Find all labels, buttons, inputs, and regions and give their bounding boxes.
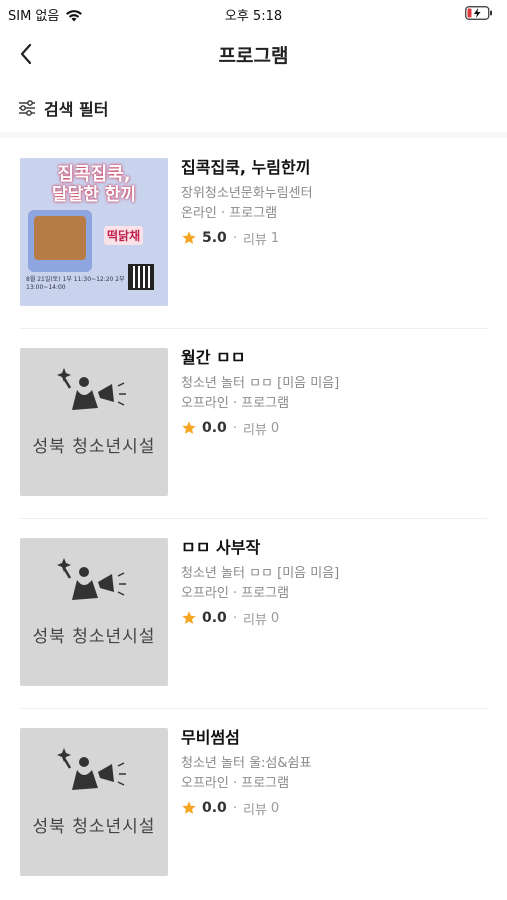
- rating-value: 0.0: [202, 420, 227, 436]
- megaphone-person-icon: [57, 368, 126, 410]
- program-poster-image: 집콕집쿡, 달달한 한끼 떡닭채 8월 21일(토) 1부 11:30~12:2…: [20, 158, 168, 306]
- megaphone-person-icon: [57, 558, 126, 600]
- program-thumbnail: 성북 청소년시설: [20, 348, 168, 496]
- separator-dot: ·: [232, 230, 237, 246]
- rating-row: 0.0 · 리뷰 0: [181, 608, 487, 628]
- review-label: 리뷰: [242, 612, 267, 628]
- program-meta: 온라인 · 프로그램: [181, 206, 278, 221]
- program-organization: 장위청소년문화누림센터: [181, 186, 313, 201]
- program-organization: 청소년 놀터 울:섬&쉼표: [181, 756, 312, 771]
- program-organization: 청소년 놀터 ㅁㅁ [미음 미음]: [181, 376, 340, 391]
- program-organization: 청소년 놀터 ㅁㅁ [미음 미음]: [181, 566, 340, 581]
- rating-value: 0.0: [202, 610, 227, 626]
- search-filter-button[interactable]: 검색 필터: [18, 94, 108, 122]
- program-meta: 오프라인 · 프로그램: [181, 776, 290, 791]
- star-icon: [182, 611, 196, 624]
- battery-charging-icon: [465, 6, 492, 20]
- program-thumbnail: 성북 청소년시설: [20, 538, 168, 686]
- poster-title-line2: 달달한 한끼: [51, 185, 137, 205]
- program-info: ㅁㅁ 사부작 청소년 놀터 ㅁㅁ [미음 미음] 오프라인 · 프로그램 0.0…: [181, 536, 487, 628]
- program-info: 집콕집쿡, 누림한끼 장위청소년문화누림센터 온라인 · 프로그램 5.0 · …: [181, 156, 487, 248]
- star-icon: [182, 421, 196, 434]
- poster-schedule: 8월 21일(토) 1부 11:30~12:20 2부 13:00~14:00: [26, 276, 125, 291]
- program-item[interactable]: 성북 청소년시설 무비썸섬 청소년 놀터 울:섬&쉼표 오프라인 · 프로그램 …: [0, 708, 507, 898]
- separator-dot: ·: [232, 610, 237, 626]
- program-item[interactable]: 집콕집쿡, 달달한 한끼 떡닭채 8월 21일(토) 1부 11:30~12:2…: [0, 138, 507, 328]
- rating-row: 0.0 · 리뷰 0: [181, 418, 487, 438]
- program-item[interactable]: 성북 청소년시설 ㅁㅁ 사부작 청소년 놀터 ㅁㅁ [미음 미음] 오프라인 ·…: [0, 518, 507, 708]
- star-icon: [182, 231, 196, 244]
- program-meta: 오프라인 · 프로그램: [181, 396, 290, 411]
- page-title: 프로그램: [218, 45, 289, 67]
- program-list: 집콕집쿡, 달달한 한끼 떡닭채 8월 21일(토) 1부 11:30~12:2…: [0, 138, 507, 898]
- megaphone-person-icon: [57, 748, 126, 790]
- sliders-icon: [19, 100, 35, 116]
- program-info: 월간 ㅁㅁ 청소년 놀터 ㅁㅁ [미음 미음] 오프라인 · 프로그램 0.0 …: [181, 346, 487, 438]
- review-count: 1: [270, 230, 280, 246]
- program-title: 월간 ㅁㅁ: [181, 348, 246, 367]
- search-filter-label: 검색 필터: [44, 100, 109, 119]
- rating-value: 0.0: [202, 800, 227, 816]
- placeholder-caption: 성북 청소년시설: [32, 817, 156, 837]
- program-info: 무비썸섬 청소년 놀터 울:섬&쉼표 오프라인 · 프로그램 0.0 · 리뷰 …: [181, 726, 487, 818]
- poster-food-photo: [28, 210, 92, 272]
- poster-badge: 떡닭채: [104, 226, 144, 245]
- review-label: 리뷰: [242, 802, 267, 818]
- separator-dot: ·: [232, 420, 237, 436]
- separator-dot: ·: [232, 800, 237, 816]
- placeholder-caption: 성북 청소년시설: [32, 437, 156, 457]
- program-title: 무비썸섬: [181, 728, 240, 747]
- rating-row: 5.0 · 리뷰 1: [181, 228, 487, 248]
- nav-header: 프로그램: [0, 28, 507, 80]
- rating-row: 0.0 · 리뷰 0: [181, 798, 487, 818]
- review-label: 리뷰: [242, 422, 267, 438]
- rating-value: 5.0: [202, 230, 227, 246]
- program-item[interactable]: 성북 청소년시설 월간 ㅁㅁ 청소년 놀터 ㅁㅁ [미음 미음] 오프라인 · …: [0, 328, 507, 518]
- review-label: 리뷰: [242, 232, 267, 248]
- status-time: 오후 5:18: [224, 9, 283, 24]
- program-meta: 오프라인 · 프로그램: [181, 586, 290, 601]
- program-thumbnail: 성북 청소년시설: [20, 728, 168, 876]
- review-count: 0: [270, 800, 280, 816]
- program-title: 집콕집쿡, 누림한끼: [181, 158, 311, 177]
- star-icon: [182, 801, 196, 814]
- placeholder-caption: 성북 청소년시설: [32, 627, 156, 647]
- program-title: ㅁㅁ 사부작: [181, 538, 261, 557]
- review-count: 0: [270, 610, 280, 626]
- program-thumbnail: 집콕집쿡, 달달한 한끼 떡닭채 8월 21일(토) 1부 11:30~12:2…: [20, 158, 168, 306]
- status-bar: SIM 없음 오후 5:18: [0, 0, 507, 28]
- review-count: 0: [270, 420, 280, 436]
